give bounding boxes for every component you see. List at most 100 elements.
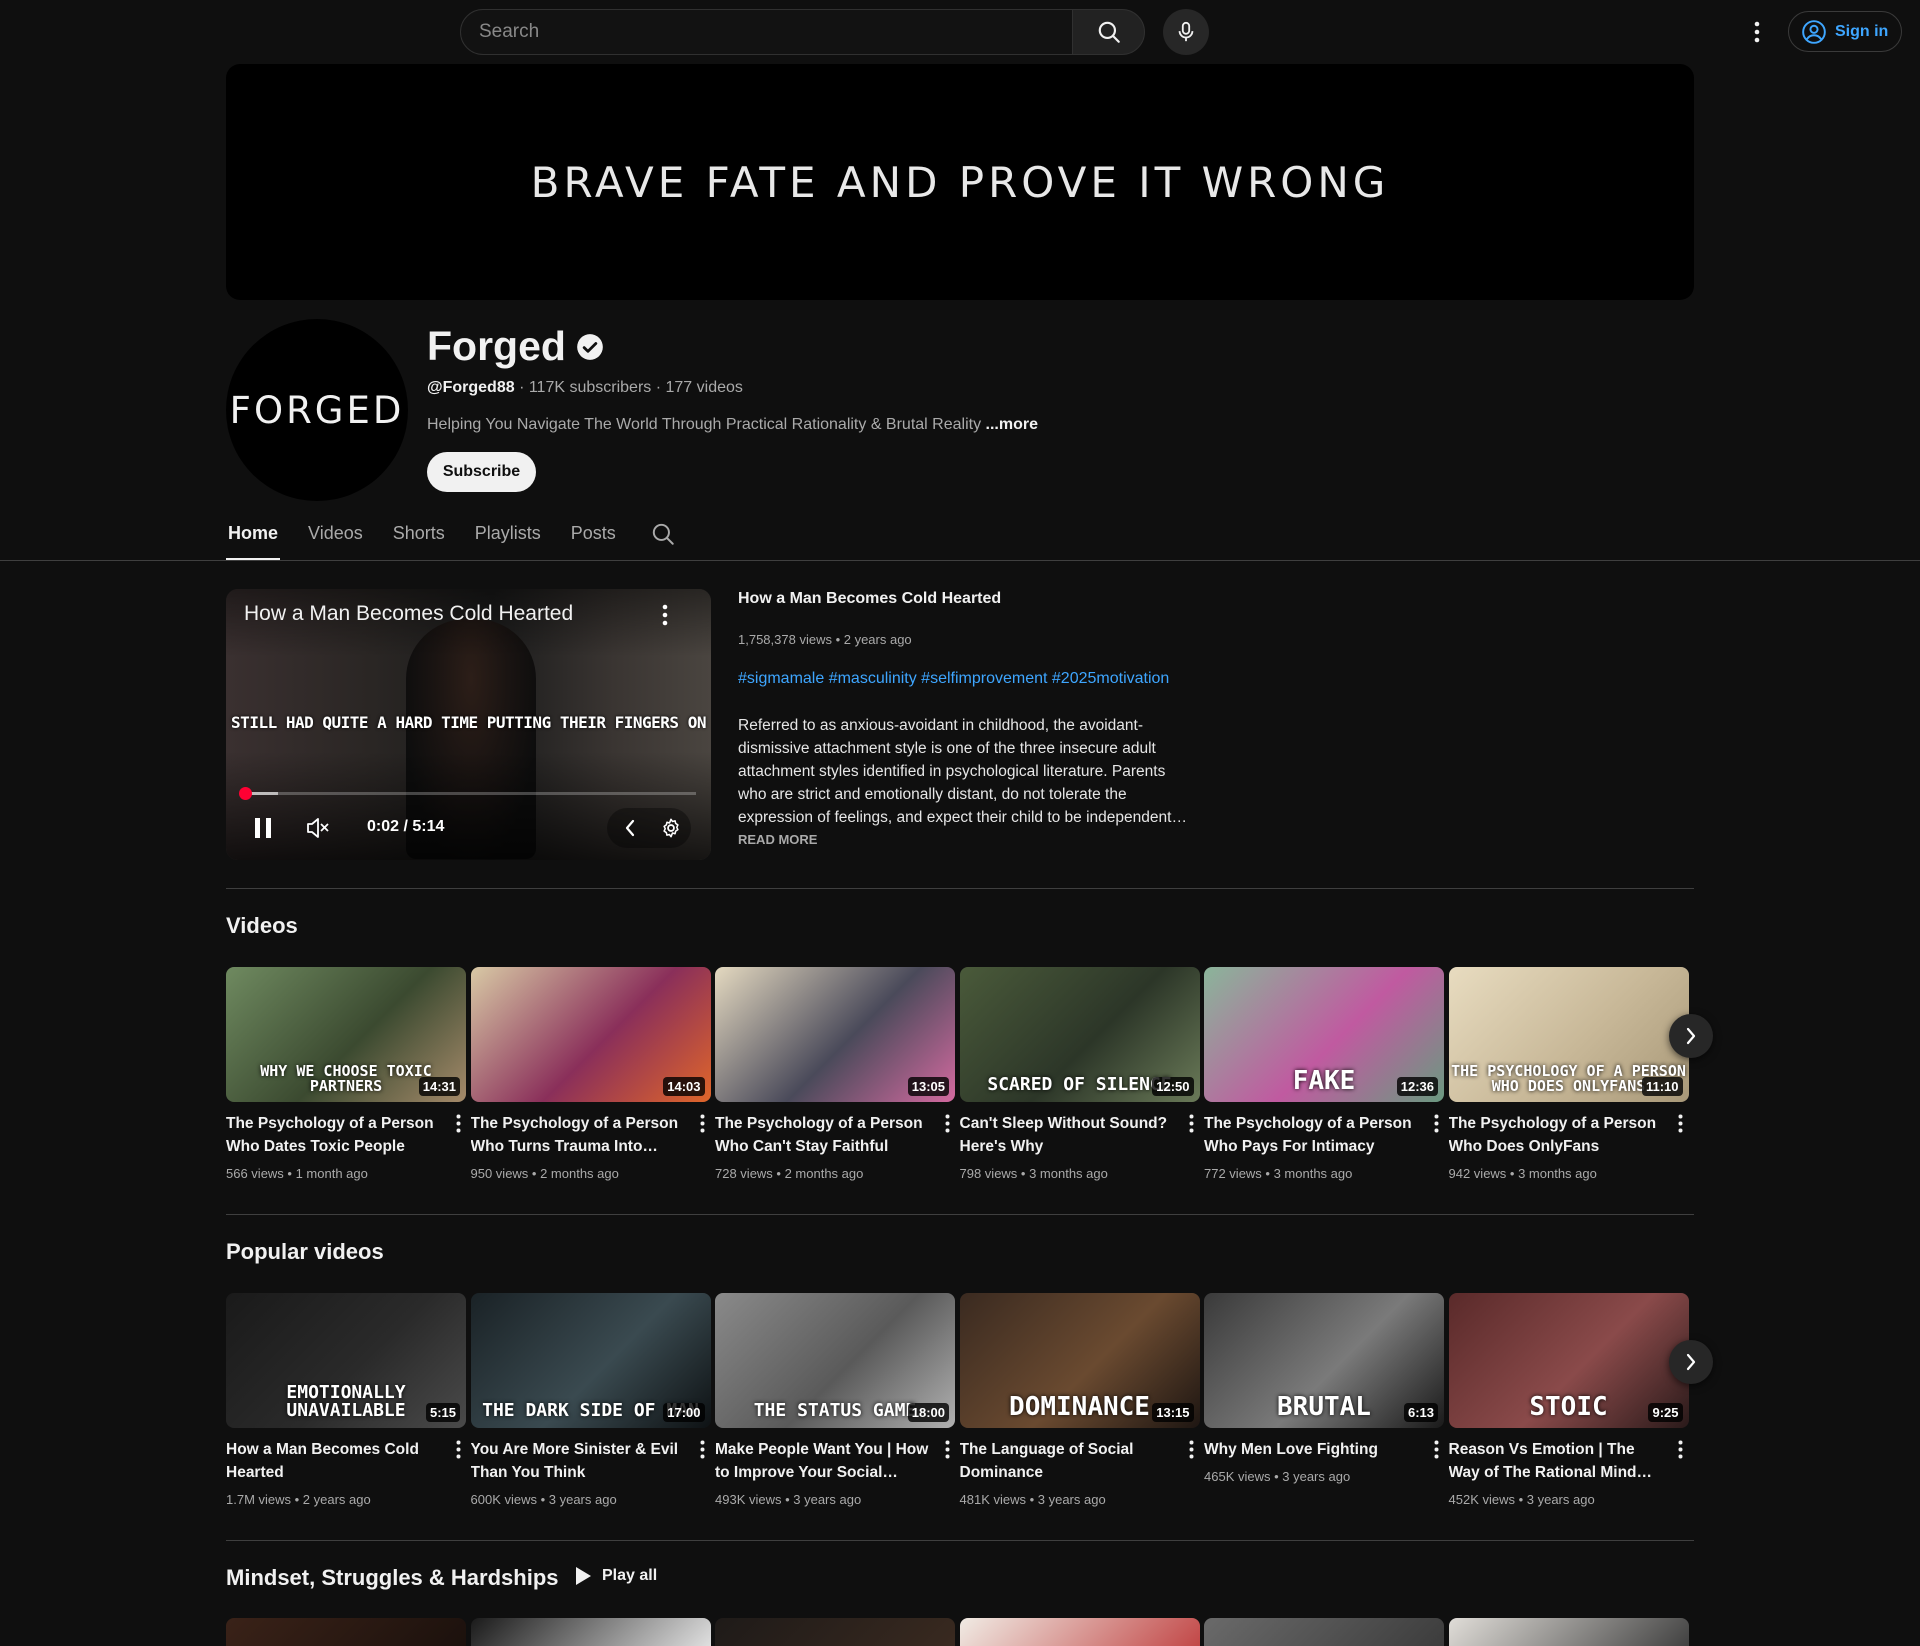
video-more-button[interactable]	[1184, 1437, 1200, 1461]
playlist-section-title[interactable]: Mindset, Struggles & Hardships	[226, 1565, 559, 1591]
playlist-video-thumbnail[interactable]	[959, 1618, 1200, 1646]
video-card[interactable]: STOIC 9:25 Reason Vs Emotion | The Way of …	[1448, 1293, 1689, 1507]
chapters-button[interactable]	[615, 813, 645, 843]
subscribe-button[interactable]: Subscribe	[427, 452, 536, 492]
video-card[interactable]: EMOTIONALLY UNAVAILABLE 5:15 How a Man Bec…	[226, 1293, 466, 1507]
tab-shorts[interactable]: Shorts	[391, 517, 447, 561]
video-more-button[interactable]	[450, 1437, 466, 1461]
video-more-button[interactable]	[1428, 1111, 1444, 1135]
voice-search-button[interactable]	[1163, 9, 1209, 55]
video-title[interactable]: Make People Want You | How to Improve Yo…	[715, 1438, 930, 1484]
video-thumbnail[interactable]: DOMINANCE 13:15	[959, 1293, 1200, 1428]
videos-section-title[interactable]: Videos	[226, 913, 298, 939]
video-more-button[interactable]	[695, 1111, 711, 1135]
video-thumbnail[interactable]: THE PSYCHOLOGY OF A PERSON WHO DOES ONLY…	[1448, 967, 1689, 1102]
playlist-video-thumbnail[interactable]	[1448, 1618, 1689, 1646]
video-thumbnail[interactable]: THE DARK SIDE OF MAN 17:00	[470, 1293, 711, 1428]
more-vert-icon	[456, 1114, 460, 1132]
video-card[interactable]: DOMINANCE 13:15 The Language of Social Dom…	[959, 1293, 1200, 1507]
pause-button[interactable]	[248, 813, 278, 843]
video-meta: 465K views • 3 years ago	[1204, 1469, 1351, 1484]
player-title[interactable]: How a Man Becomes Cold Hearted	[244, 602, 573, 626]
read-more-link[interactable]: READ MORE	[738, 832, 817, 847]
video-title[interactable]: The Psychology of a Person Who Can't Sta…	[715, 1112, 930, 1158]
more-vert-icon	[1434, 1114, 1438, 1132]
video-title[interactable]: The Psychology of a Person Who Turns Tra…	[471, 1112, 686, 1158]
video-meta: 481K views • 3 years ago	[959, 1492, 1106, 1507]
featured-video-player[interactable]: How a Man Becomes Cold Hearted STILL HAD…	[226, 589, 711, 860]
video-meta: 728 views • 2 months ago	[715, 1166, 864, 1181]
video-more-button[interactable]	[450, 1111, 466, 1135]
video-more-button[interactable]	[1184, 1111, 1200, 1135]
tab-playlists[interactable]: Playlists	[473, 517, 543, 561]
playlist-video-thumbnail[interactable]	[715, 1618, 955, 1646]
video-more-button[interactable]	[939, 1111, 955, 1135]
video-more-button[interactable]	[1428, 1437, 1444, 1461]
video-thumbnail[interactable]: WHY WE CHOOSE TOXIC PARTNERS 14:31	[226, 967, 466, 1102]
video-title[interactable]: The Psychology of a Person Who Pays For …	[1204, 1112, 1419, 1158]
player-settings-button[interactable]	[656, 813, 686, 843]
progress-bar[interactable]	[242, 792, 696, 795]
video-card[interactable]: WHY WE CHOOSE TOXIC PARTNERS 14:31 The Psy…	[226, 967, 466, 1181]
playlist-video-thumbnail[interactable]	[1204, 1618, 1444, 1646]
shelf-next-button[interactable]	[1669, 1014, 1713, 1058]
video-card[interactable]: 14:03 The Psychology of a Person Who Turn…	[470, 967, 711, 1181]
search-input[interactable]	[461, 10, 1072, 54]
time-display: 0:02 / 5:14	[367, 818, 445, 835]
video-more-button[interactable]	[695, 1437, 711, 1461]
video-more-button[interactable]	[1673, 1111, 1689, 1135]
tab-home[interactable]: Home	[226, 517, 281, 561]
video-thumbnail[interactable]: BRUTAL 6:13	[1204, 1293, 1444, 1428]
player-more-button[interactable]	[662, 604, 668, 631]
sign-in-button[interactable]: Sign in	[1788, 11, 1902, 52]
playlist-video-thumbnail[interactable]	[226, 1618, 466, 1646]
video-thumbnail[interactable]: EMOTIONALLY UNAVAILABLE 5:15	[226, 1293, 466, 1428]
video-caption: STILL HAD QUITE A HARD TIME PUTTING THEI…	[231, 713, 706, 732]
duration-badge: 11:10	[1641, 1077, 1683, 1096]
settings-menu-button[interactable]	[1745, 16, 1769, 48]
video-title[interactable]: How a Man Becomes Cold Hearted	[226, 1438, 441, 1484]
video-title[interactable]: The Psychology of a Person Who Dates Tox…	[226, 1112, 441, 1158]
video-thumbnail[interactable]: THE STATUS GAME 18:00	[715, 1293, 955, 1428]
more-vert-icon	[1754, 21, 1760, 43]
video-card[interactable]: THE STATUS GAME 18:00 Make People Want You…	[715, 1293, 955, 1507]
video-card[interactable]: THE PSYCHOLOGY OF A PERSON WHO DOES ONLY…	[1448, 967, 1689, 1181]
channel-name-text: Forged	[427, 323, 566, 369]
video-more-button[interactable]	[1673, 1437, 1689, 1461]
video-title[interactable]: The Language of Social Dominance	[960, 1438, 1175, 1484]
search-button[interactable]	[1072, 9, 1145, 55]
progress-scrubber[interactable]	[238, 787, 252, 800]
featured-video-title[interactable]: How a Man Becomes Cold Hearted	[738, 590, 1001, 608]
video-thumbnail[interactable]: 13:05	[715, 967, 955, 1102]
video-thumbnail[interactable]: STOIC 9:25	[1448, 1293, 1689, 1428]
video-thumbnail[interactable]: FAKE 12:36	[1204, 967, 1444, 1102]
video-title[interactable]: The Psychology of a Person Who Does Only…	[1449, 1112, 1664, 1158]
featured-video-hashtags[interactable]: #sigmamale #masculinity #selfimprovement…	[738, 670, 1169, 688]
tab-search-button[interactable]	[648, 517, 678, 561]
shelf-next-button[interactable]	[1669, 1340, 1713, 1384]
more-vert-icon	[945, 1114, 949, 1132]
mute-button[interactable]	[303, 813, 333, 843]
section-divider	[226, 1214, 1694, 1215]
video-title[interactable]: Can't Sleep Without Sound? Here's Why	[960, 1112, 1175, 1158]
video-more-button[interactable]	[939, 1437, 955, 1461]
video-card[interactable]: SCARED OF SILENCE 12:50 Can't Sleep Withou…	[959, 967, 1200, 1181]
video-card[interactable]: BRUTAL 6:13 Why Men Love Fighting 465K view…	[1204, 1293, 1444, 1484]
video-meta: 798 views • 3 months ago	[959, 1166, 1108, 1181]
playlist-video-thumbnail[interactable]	[470, 1618, 711, 1646]
play-all-button[interactable]: Play all	[574, 1566, 657, 1586]
video-thumbnail[interactable]: SCARED OF SILENCE 12:50	[959, 967, 1200, 1102]
video-card[interactable]: 13:05 The Psychology of a Person Who Can'…	[715, 967, 955, 1181]
video-card[interactable]: THE DARK SIDE OF MAN 17:00 You Are More Si…	[470, 1293, 711, 1507]
video-title[interactable]: Reason Vs Emotion | The Way of The Ratio…	[1449, 1438, 1664, 1484]
video-card[interactable]: FAKE 12:36 The Psychology of a Person Who …	[1204, 967, 1444, 1181]
video-meta: 772 views • 3 months ago	[1204, 1166, 1353, 1181]
video-thumbnail[interactable]: 14:03	[470, 967, 711, 1102]
channel-description[interactable]: Helping You Navigate The World Through P…	[427, 416, 1038, 434]
tab-posts[interactable]: Posts	[569, 517, 618, 561]
video-title[interactable]: You Are More Sinister & Evil Than You Th…	[471, 1438, 686, 1484]
more-link[interactable]: ...more	[986, 416, 1038, 433]
channel-stats: · 117K subscribers · 177 videos	[514, 379, 743, 396]
video-title[interactable]: Why Men Love Fighting	[1204, 1438, 1419, 1461]
tab-videos[interactable]: Videos	[306, 517, 365, 561]
